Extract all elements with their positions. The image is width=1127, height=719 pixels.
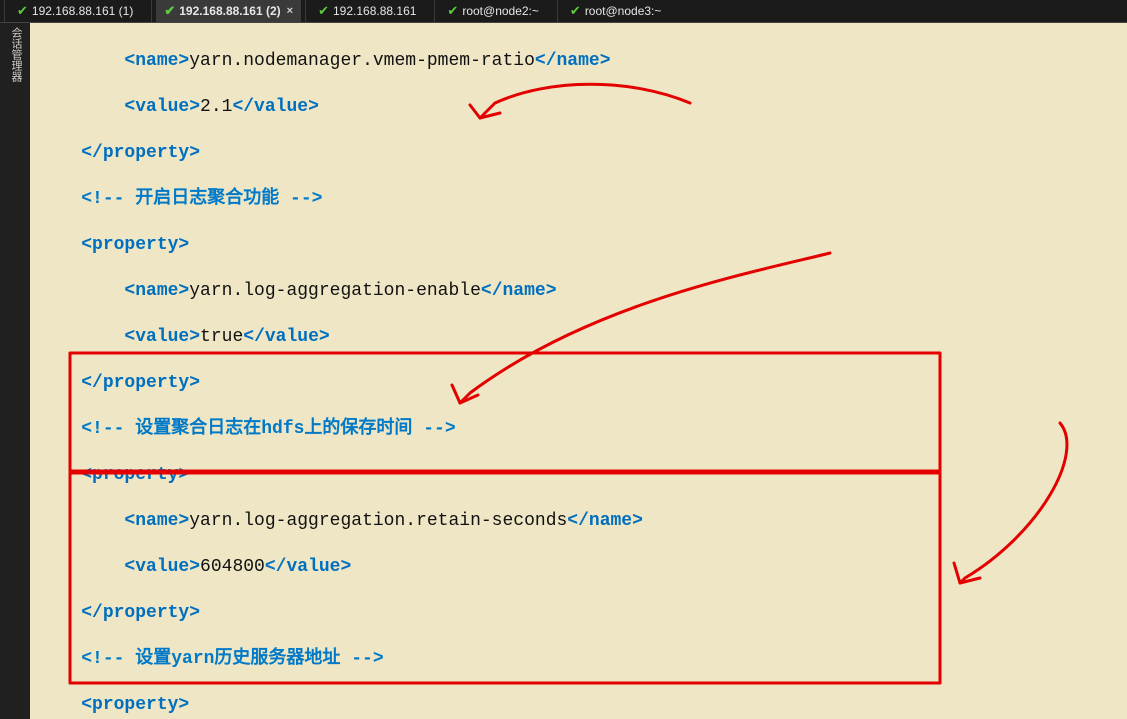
tab-label: root@node3:~ [585,4,662,18]
tab-label: 192.168.88.161 (2) [179,4,280,18]
code-line: <property> [38,234,1119,257]
check-icon: ✔ [164,3,175,19]
code-line: </property> [38,142,1119,165]
check-icon: ✔ [17,3,28,19]
tab-label: root@node2:~ [462,4,539,18]
tab-bar: ✔ 192.168.88.161 (1) ✔ 192.168.88.161 (2… [0,0,1127,22]
code-line: <value>2.1</value> [38,96,1119,119]
tab-session-3[interactable]: ✔ 192.168.88.161 [310,0,430,22]
sidebar-session-manager[interactable]: 会话管理器 [7,27,23,82]
sidebar: 会话管理器 [0,23,30,719]
editor-pane[interactable]: <name>yarn.nodemanager.vmem-pmem-ratio</… [30,23,1127,719]
tab-label: 192.168.88.161 (1) [32,4,133,18]
close-icon[interactable]: × [287,5,293,17]
code-line: <!-- 设置yarn历史服务器地址 --> [38,648,1119,671]
tab-session-5[interactable]: ✔ root@node3:~ [562,0,675,22]
terminal-app: ✔ 192.168.88.161 (1) ✔ 192.168.88.161 (2… [0,0,1127,719]
code-line: <value>true</value> [38,326,1119,349]
tab-label: 192.168.88.161 [333,4,416,18]
code-line: <value>604800</value> [38,556,1119,579]
code-line: <!-- 设置聚合日志在hdfs上的保存时间 --> [38,418,1119,441]
code-line: <property> [38,694,1119,717]
check-icon: ✔ [570,3,581,19]
code-line: </property> [38,372,1119,395]
code-line: <property> [38,464,1119,487]
tab-session-1[interactable]: ✔ 192.168.88.161 (1) [9,0,147,22]
tab-session-4[interactable]: ✔ root@node2:~ [439,0,552,22]
code-line: <!-- 开启日志聚合功能 --> [38,188,1119,211]
code-line: <name>yarn.nodemanager.vmem-pmem-ratio</… [38,50,1119,73]
check-icon: ✔ [318,3,329,19]
check-icon: ✔ [447,3,458,19]
code-line: <name>yarn.log-aggregation-enable</name> [38,280,1119,303]
code-line: </property> [38,602,1119,625]
code-line: <name>yarn.log-aggregation.retain-second… [38,510,1119,533]
tab-session-2[interactable]: ✔ 192.168.88.161 (2) × [156,0,301,22]
